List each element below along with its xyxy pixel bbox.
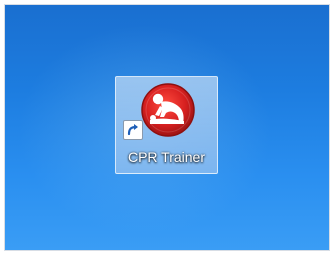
shortcut-label: CPR Trainer xyxy=(127,149,206,165)
shortcut-arrow-icon xyxy=(123,120,143,140)
cpr-trainer-icon xyxy=(141,83,195,137)
cpr-trainer-shortcut[interactable]: CPR Trainer xyxy=(115,76,218,174)
desktop[interactable]: CPR Trainer xyxy=(5,5,329,250)
